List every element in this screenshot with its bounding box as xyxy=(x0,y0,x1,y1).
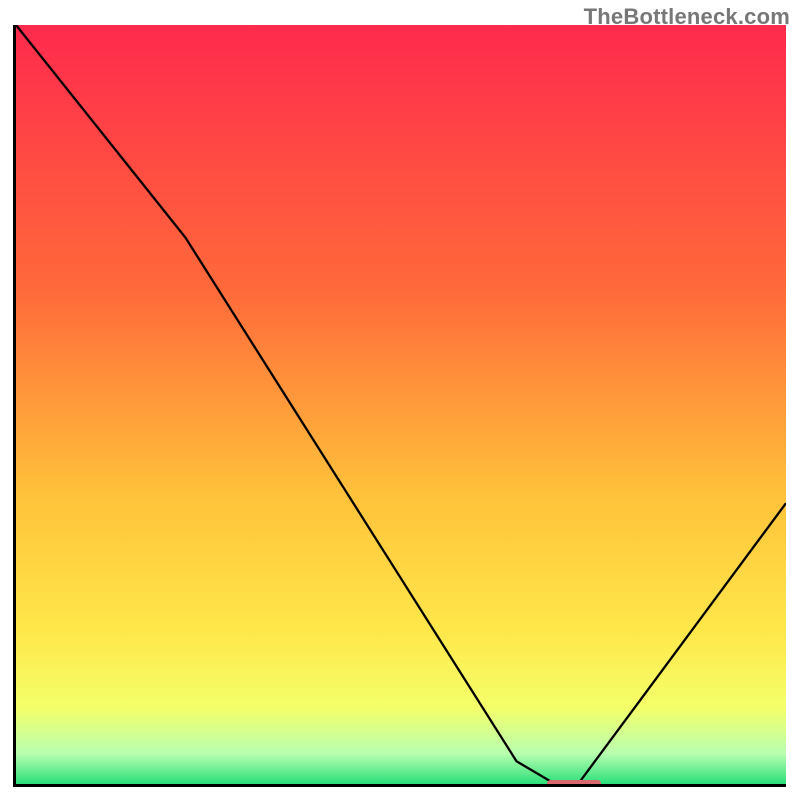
chart-svg xyxy=(16,25,786,784)
gradient-background xyxy=(16,25,786,784)
chart-container: TheBottleneck.com xyxy=(0,0,800,800)
optimum-marker xyxy=(547,780,601,787)
plot-area xyxy=(13,25,786,787)
